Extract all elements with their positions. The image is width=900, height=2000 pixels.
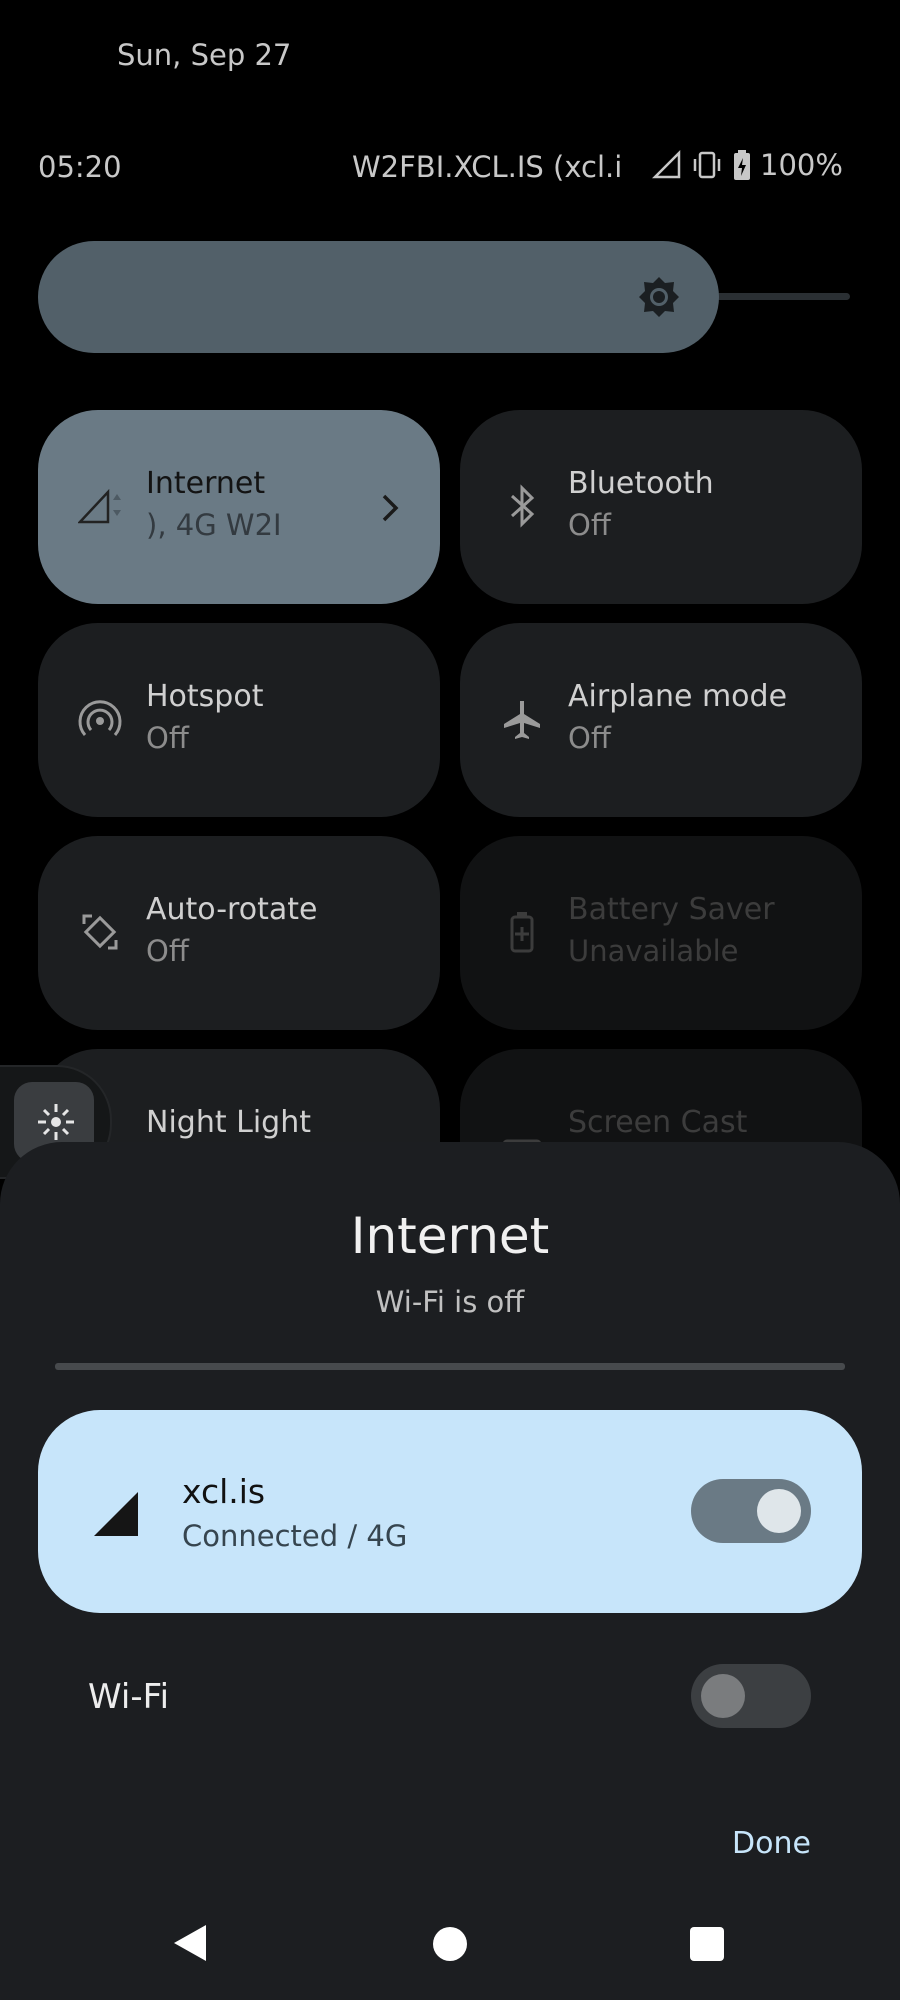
tile-label: Internet xyxy=(146,466,266,501)
back-icon[interactable] xyxy=(172,1923,208,1963)
dialog-title: Internet xyxy=(350,1207,550,1265)
tile-label: Auto-rotate xyxy=(146,892,318,927)
brightness-track xyxy=(698,293,850,300)
battery-charging-icon xyxy=(734,150,750,180)
mobile-data-toggle[interactable] xyxy=(691,1479,811,1543)
network-status: Connected / 4G xyxy=(182,1519,408,1553)
clock: 05:20 xyxy=(38,150,122,184)
tile-status: Off xyxy=(146,721,189,755)
brightness-slider[interactable] xyxy=(38,241,850,353)
tile-airplane-mode[interactable]: Airplane mode Off xyxy=(460,623,862,817)
vibrate-icon xyxy=(693,151,721,179)
done-button[interactable]: Done xyxy=(732,1826,811,1861)
tile-status: Unavailable xyxy=(568,934,739,968)
carrier-name: W2FBI.XCL.IS (xcl.i xyxy=(352,150,623,184)
tile-label: Bluetooth xyxy=(568,466,714,501)
battery-percent: 100% xyxy=(760,148,843,182)
home-button[interactable] xyxy=(433,1927,467,1961)
signal-icon xyxy=(74,480,126,532)
tile-auto-rotate[interactable]: Auto-rotate Off xyxy=(38,836,440,1030)
cellular-signal-icon xyxy=(94,1492,138,1536)
brightness-fill[interactable] xyxy=(38,241,719,353)
tile-status: Off xyxy=(568,721,611,755)
date-text: Sun, Sep 27 xyxy=(117,38,292,72)
tile-label: Airplane mode xyxy=(568,679,788,714)
toggle-knob xyxy=(701,1674,745,1718)
tile-status: ), 4G W2I xyxy=(146,508,282,542)
wifi-label: Wi-Fi xyxy=(88,1677,170,1717)
dialog-subtitle: Wi-Fi is off xyxy=(375,1285,525,1319)
chevron-right-icon xyxy=(382,494,399,522)
signal-icon xyxy=(652,150,681,179)
recents-button[interactable] xyxy=(690,1927,724,1961)
toggle-knob xyxy=(757,1489,801,1533)
tile-bluetooth[interactable]: Bluetooth Off xyxy=(460,410,862,604)
tile-hotspot[interactable]: Hotspot Off xyxy=(38,623,440,817)
tile-status: Off xyxy=(146,934,189,968)
tile-battery-saver[interactable]: Battery Saver Unavailable xyxy=(460,836,862,1030)
tile-label: Screen Cast xyxy=(568,1105,748,1140)
tile-label: Night Light xyxy=(146,1105,311,1140)
bluetooth-icon xyxy=(496,480,548,532)
tile-label: Battery Saver xyxy=(568,892,775,927)
brightness-icon xyxy=(639,277,679,317)
battery-saver-icon xyxy=(496,906,548,958)
rotate-icon xyxy=(74,906,126,958)
airplane-icon xyxy=(496,693,548,745)
status-icons: 100% xyxy=(652,148,843,182)
hotspot-icon xyxy=(74,693,126,745)
tile-internet[interactable]: Internet ), 4G W2I xyxy=(38,410,440,604)
wifi-toggle[interactable] xyxy=(691,1664,811,1728)
network-name: xcl.is xyxy=(182,1472,266,1511)
tile-label: Hotspot xyxy=(146,679,264,714)
divider xyxy=(55,1363,845,1370)
tile-status: Off xyxy=(568,508,611,542)
